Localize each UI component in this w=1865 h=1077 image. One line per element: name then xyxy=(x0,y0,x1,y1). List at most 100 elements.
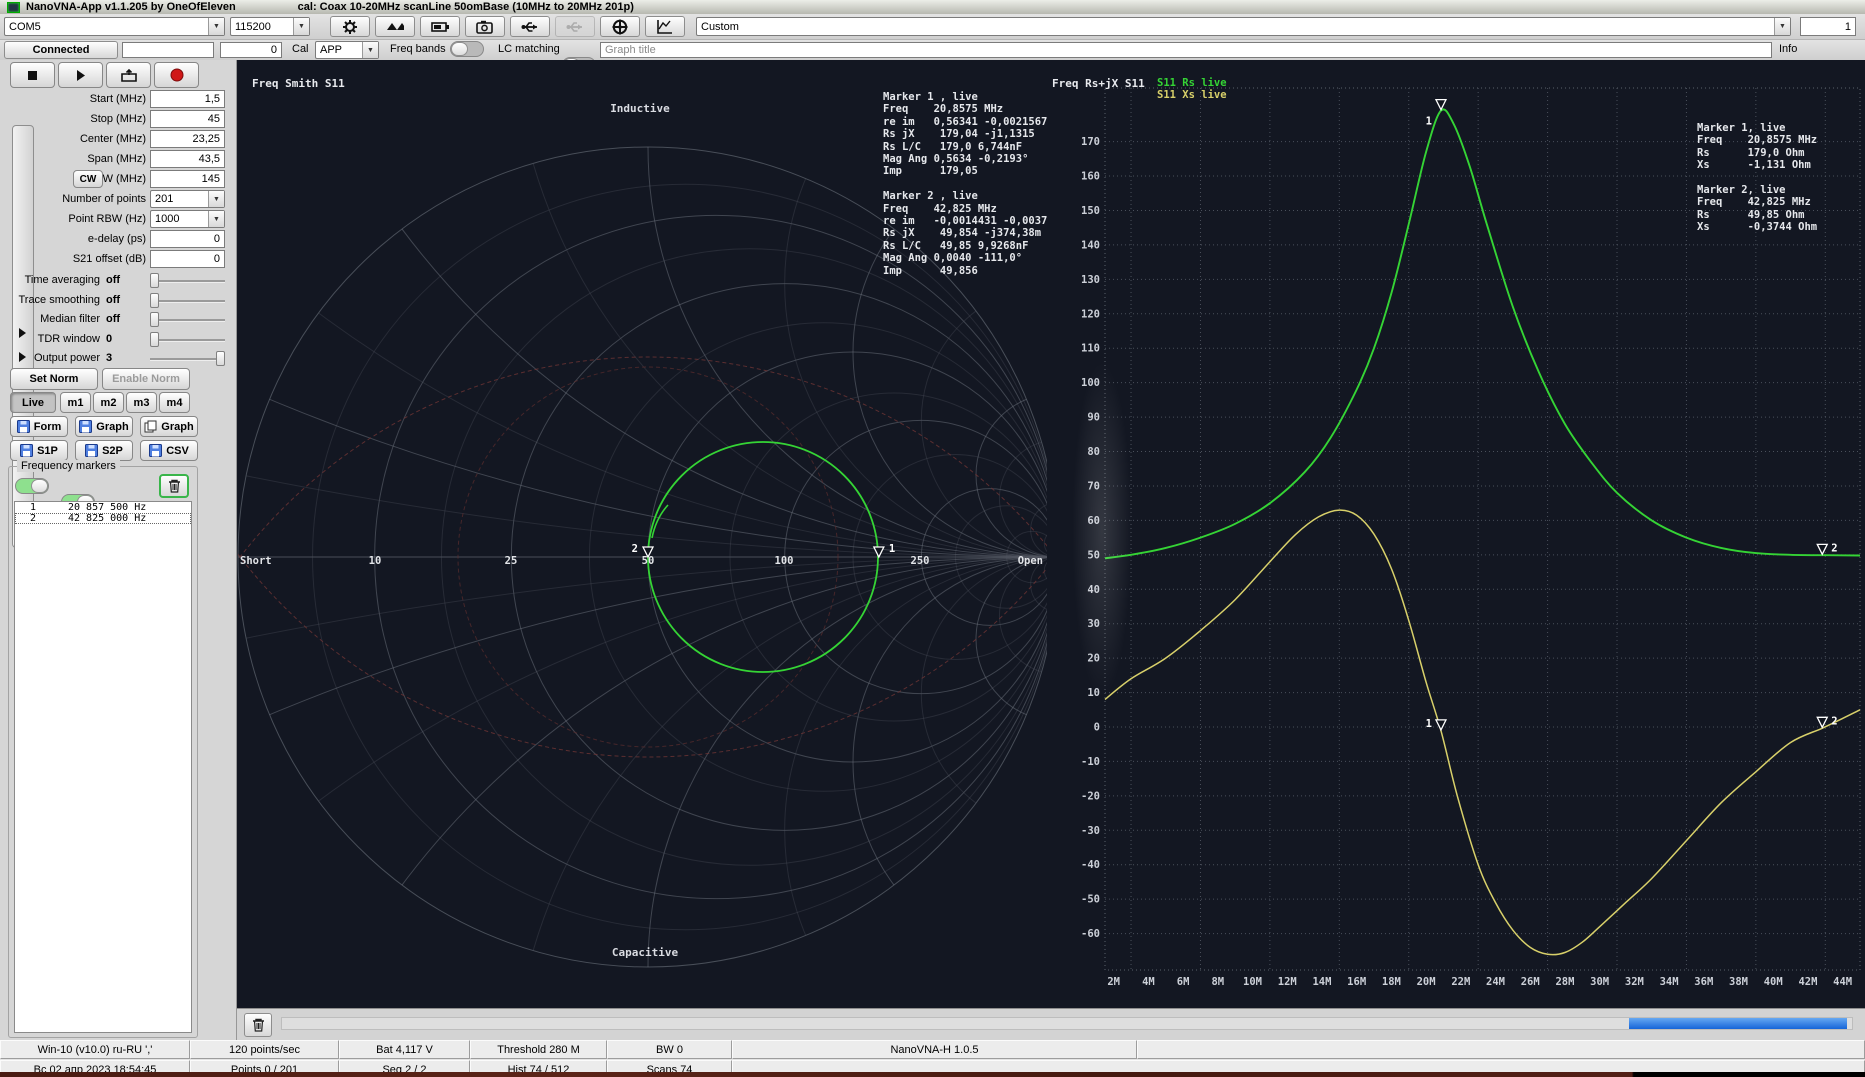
bottom-strip xyxy=(237,1008,1865,1040)
field-input-1[interactable]: 45 xyxy=(150,110,225,128)
graph-title-placeholder: Graph title xyxy=(605,44,656,56)
sweep-field-row: e-delay (ps)0 xyxy=(0,230,237,250)
chevron-down-icon[interactable]: ▼ xyxy=(208,211,224,227)
status-cell: Win-10 (v10.0) ru-RU ',' xyxy=(0,1040,190,1059)
export-s1p-button[interactable]: S1P xyxy=(10,440,68,461)
slider-thumb-2[interactable] xyxy=(150,312,159,327)
x-tick-label: 26M xyxy=(1521,976,1540,988)
record-button[interactable] xyxy=(154,62,199,88)
field-input-7[interactable]: 0 xyxy=(150,230,225,248)
graph-marker-2[interactable]: 2 xyxy=(1817,542,1837,554)
field-label-0: Start (MHz) xyxy=(0,93,146,105)
field-combo-6[interactable]: 1000▼ xyxy=(150,210,225,228)
field-input-4[interactable]: 145 xyxy=(150,170,225,188)
com-port-select[interactable]: COM5 ▼ xyxy=(4,17,225,36)
aux-input[interactable] xyxy=(122,42,214,58)
desktop-background-strip xyxy=(0,1072,1865,1077)
combo-value: 201 xyxy=(155,193,173,205)
status-cell: Hist 74 / 512 xyxy=(470,1060,607,1072)
cal-status-text: cal: Coax 10-20MHz scanLine 50omBase (10… xyxy=(298,1,634,13)
cw-mode-button[interactable]: CW xyxy=(73,170,103,188)
glow-artifact xyxy=(1072,360,1132,700)
offset-input[interactable]: 0 xyxy=(220,42,282,58)
marker-list-row-1[interactable]: 120 857 500 Hz xyxy=(15,502,191,513)
slider-value-4: 3 xyxy=(106,352,112,364)
toggle-knob xyxy=(451,42,468,56)
export-csv-button[interactable]: CSV xyxy=(140,440,198,461)
y-tick-label: 140 xyxy=(1081,239,1100,251)
slider-thumb-0[interactable] xyxy=(150,273,159,288)
clear-button[interactable] xyxy=(244,1013,272,1037)
freq-bands-toggle[interactable] xyxy=(450,41,484,57)
memory-button-live[interactable]: Live xyxy=(10,392,56,413)
set-norm-button[interactable]: Set Norm xyxy=(10,368,98,390)
graph-title-input[interactable]: Graph title xyxy=(600,42,1772,58)
button-label: Graph xyxy=(161,421,193,433)
field-input-2[interactable]: 23,25 xyxy=(150,130,225,148)
y-tick-label: 120 xyxy=(1081,308,1100,320)
chevron-down-icon[interactable]: ▼ xyxy=(362,42,378,58)
svg-text:2: 2 xyxy=(1831,715,1837,727)
sweep-field-row: CW (MHz)CW145 xyxy=(0,170,237,190)
open-file-button[interactable] xyxy=(106,62,151,88)
y-tick-label: 170 xyxy=(1081,136,1100,148)
enable-norm-button[interactable]: Enable Norm xyxy=(102,368,190,390)
graph-marker-1[interactable]: 1 xyxy=(1426,718,1446,730)
target-button[interactable] xyxy=(600,16,640,37)
field-label-3: Span (MHz) xyxy=(0,153,146,165)
info-label: Info xyxy=(1779,43,1797,55)
svg-text:1: 1 xyxy=(1426,718,1432,730)
gear-icon xyxy=(341,19,359,35)
up-arrows-button[interactable] xyxy=(375,16,415,37)
cal-mode-select[interactable]: APP ▼ xyxy=(315,41,379,59)
gear-button[interactable] xyxy=(330,16,370,37)
slider-thumb-1[interactable] xyxy=(150,293,159,308)
marker-list[interactable]: 120 857 500 Hz242 825 000 Hz xyxy=(14,501,192,1033)
chevron-down-icon[interactable]: ▼ xyxy=(208,18,224,35)
status-cell: Points 0 / 201 xyxy=(190,1060,339,1072)
memory-button-m2[interactable]: m2 xyxy=(93,392,124,413)
delete-markers-button[interactable] xyxy=(159,474,189,498)
memory-button-m4[interactable]: m4 xyxy=(159,392,190,413)
chevron-down-icon[interactable]: ▼ xyxy=(1774,18,1790,35)
field-combo-5[interactable]: 201 ▼ xyxy=(150,190,225,208)
x-tick-label: 20M xyxy=(1417,976,1436,988)
save-graph-button-1[interactable]: Graph xyxy=(75,416,133,437)
save-graph-button-2[interactable]: Graph xyxy=(140,416,198,437)
scan-progress-track[interactable] xyxy=(281,1017,1853,1030)
save-form-button-0[interactable]: Form xyxy=(10,416,68,437)
chart-button[interactable] xyxy=(645,16,685,37)
memory-button-m3[interactable]: m3 xyxy=(126,392,157,413)
button-label: S1P xyxy=(37,445,58,457)
sweep-field-row: Center (MHz)23,25 xyxy=(0,130,237,150)
baud-rate-select[interactable]: 115200 ▼ xyxy=(230,17,310,36)
page-count-field[interactable]: 1 xyxy=(1800,17,1856,36)
memory-button-m1[interactable]: m1 xyxy=(60,392,91,413)
status-cell: Scans 74 xyxy=(607,1060,732,1072)
chevron-down-icon[interactable]: ▼ xyxy=(293,18,309,35)
x-tick-label: 12M xyxy=(1278,976,1297,988)
camera-button[interactable] xyxy=(465,16,505,37)
slider-thumb-4[interactable] xyxy=(216,351,225,366)
marker-list-row-2[interactable]: 242 825 000 Hz xyxy=(15,513,191,524)
field-input-0[interactable]: 1,5 xyxy=(150,90,225,108)
marker-frequency: 20 857 500 Hz xyxy=(68,502,146,513)
slider-thumb-3[interactable] xyxy=(150,332,159,347)
export-s2p-button[interactable]: S2P xyxy=(75,440,133,461)
status-cell: Threshold 280 M xyxy=(470,1040,607,1059)
field-input-3[interactable]: 43,5 xyxy=(150,150,225,168)
stop-button[interactable] xyxy=(10,62,55,88)
status-cell: Bat 4,117 V xyxy=(339,1040,470,1059)
connect-button[interactable]: Connected xyxy=(4,41,118,59)
field-input-8[interactable]: 0 xyxy=(150,250,225,268)
sweep-field-row: Span (MHz) 43,5 xyxy=(0,150,237,170)
battery-button[interactable] xyxy=(420,16,460,37)
usb-button[interactable] xyxy=(510,16,550,37)
slider-row: Time averagingoff xyxy=(0,271,237,290)
run-button[interactable] xyxy=(58,62,103,88)
battery-icon xyxy=(431,19,449,35)
preset-select[interactable]: Custom ▼ xyxy=(696,17,1791,36)
marker1-enable-toggle[interactable] xyxy=(15,478,49,494)
chevron-down-icon[interactable]: ▼ xyxy=(208,191,224,207)
usb-disabled-button[interactable] xyxy=(555,16,595,37)
